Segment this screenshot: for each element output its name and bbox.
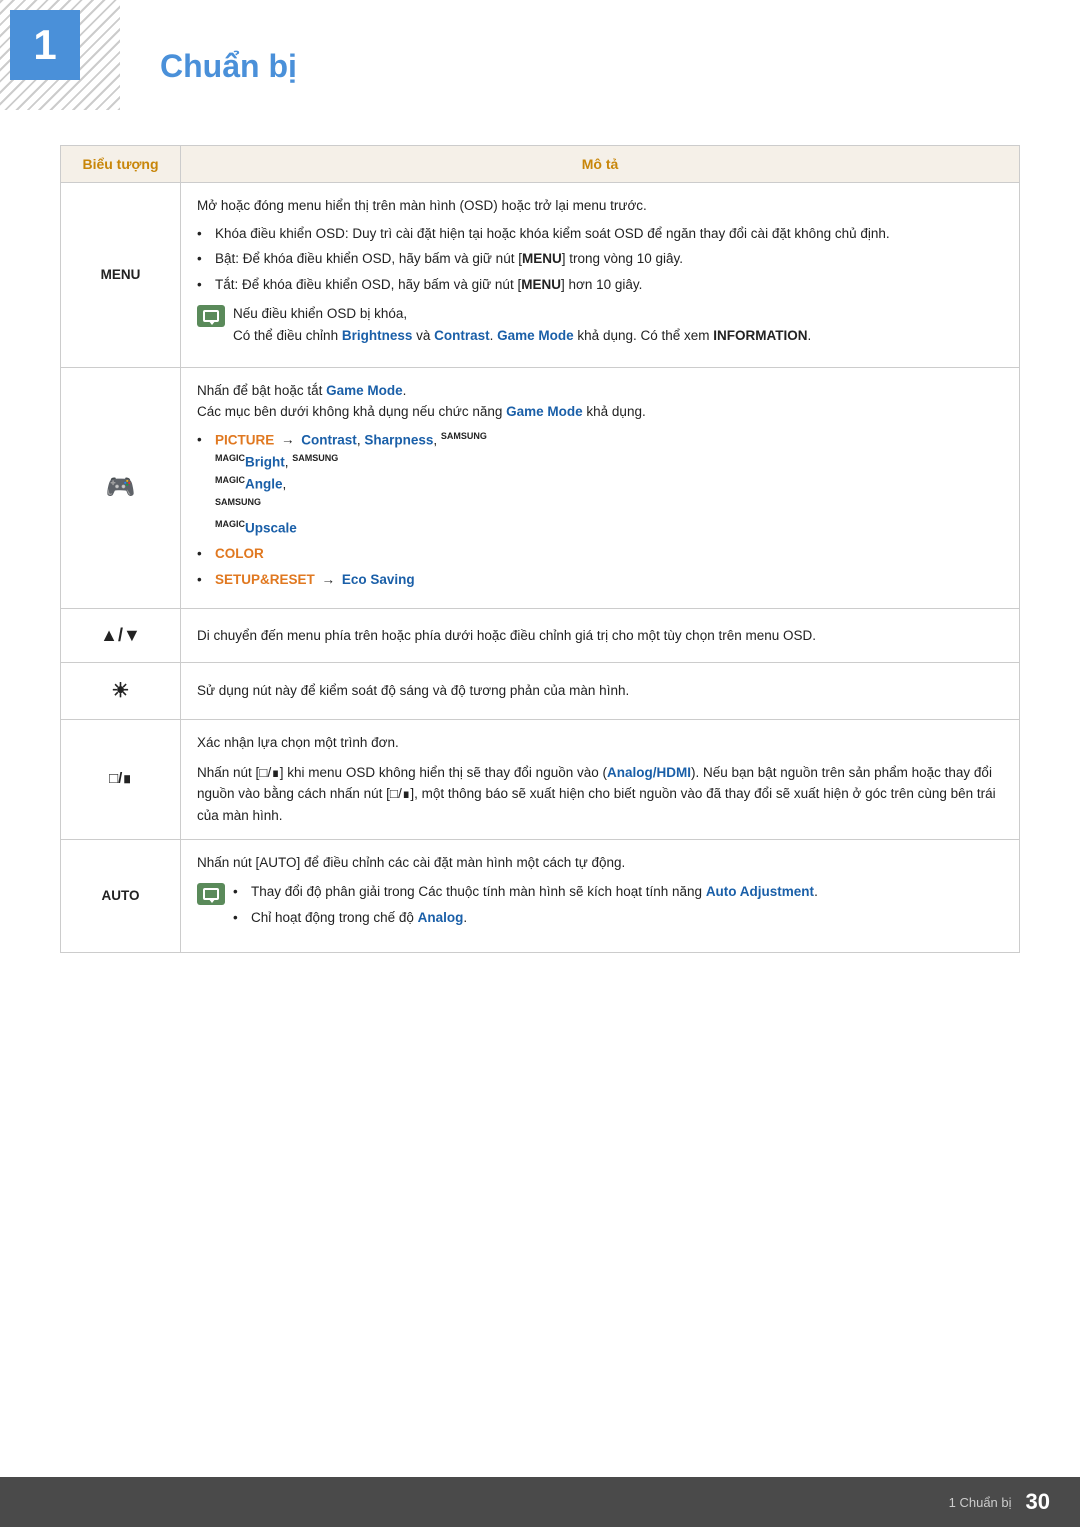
note-line2: Có thể điều chỉnh Brightness và Contrast… xyxy=(233,325,811,347)
desc-source: Xác nhận lựa chọn một trình đơn. Nhấn nú… xyxy=(181,720,1020,839)
chapter-number: 1 xyxy=(33,24,56,66)
sharpness-label: Sharpness xyxy=(364,432,433,447)
note-icon xyxy=(197,305,225,327)
table-row: MENU Mở hoặc đóng menu hiển thị trên màn… xyxy=(61,183,1020,368)
gamemode-bullet-2: COLOR xyxy=(197,543,1003,565)
eco-saving-label: Eco Saving xyxy=(342,572,415,587)
gamepad-icon: 🎮 xyxy=(106,474,136,501)
menu-bullet-1: Khóa điều khiển OSD: Duy trì cài đặt hiệ… xyxy=(197,223,1003,245)
source-desc2: Nhấn nút [□/∎] khi menu OSD không hiển t… xyxy=(197,762,1003,827)
desc-arrows: Di chuyển đến menu phía trên hoặc phía d… xyxy=(181,609,1020,663)
symbol-brightness: ☀ xyxy=(61,663,181,720)
arrows-icon: ▲/▼ xyxy=(100,625,141,645)
menu-bullets: Khóa điều khiển OSD: Duy trì cài đặt hiệ… xyxy=(197,223,1003,296)
bright-label: Bright xyxy=(245,454,285,469)
page-footer: 1 Chuẩn bị 30 xyxy=(0,1477,1080,1527)
desc-auto: Nhấn nút [AUTO] để điều chỉnh các cài đặ… xyxy=(181,839,1020,953)
desc-brightness: Sử dụng nút này để kiểm soát độ sáng và … xyxy=(181,663,1020,720)
gamemode-sub: Các mục bên dưới không khả dụng nếu chức… xyxy=(197,401,1003,423)
footer-page-number: 30 xyxy=(1026,1489,1050,1515)
symbol-source: □/∎ xyxy=(61,720,181,839)
symbol-arrows: ▲/▼ xyxy=(61,609,181,663)
col-header-symbol: Biểu tượng xyxy=(61,146,181,183)
angle-label: Angle xyxy=(245,476,283,491)
symbol-gamepad: 🎮 xyxy=(61,367,181,609)
chapter-title: Chuẩn bị xyxy=(160,30,1020,85)
arrow2: → xyxy=(322,572,336,587)
auto-bullets: Thay đổi độ phân giải trong Các thuộc tí… xyxy=(233,881,818,932)
sun-icon: ☀ xyxy=(112,680,130,702)
note-icon-inner xyxy=(203,310,219,322)
gamemode-bullets: PICTURE → Contrast, Sharpness, SAMSUNGMA… xyxy=(197,429,1003,591)
chapter-number-box: 1 xyxy=(10,10,80,80)
col-header-desc: Mô tả xyxy=(181,146,1020,183)
color-label: COLOR xyxy=(215,546,264,561)
table-row: □/∎ Xác nhận lựa chọn một trình đơn. Nhấ… xyxy=(61,720,1020,839)
table-row: ☀ Sử dụng nút này để kiểm soát độ sáng v… xyxy=(61,663,1020,720)
auto-bullet-2: Chỉ hoạt động trong chế độ Analog. xyxy=(233,907,818,929)
setup-reset-label: SETUP&RESET xyxy=(215,572,315,587)
gamemode-bullet-3: SETUP&RESET → Eco Saving xyxy=(197,569,1003,591)
source-icon: □/∎ xyxy=(109,770,132,787)
brightness-desc: Sử dụng nút này để kiểm soát độ sáng và … xyxy=(197,680,1003,702)
auto-intro: Nhấn nút [AUTO] để điều chỉnh các cài đặ… xyxy=(197,852,1003,874)
source-intro: Xác nhận lựa chọn một trình đơn. xyxy=(197,732,1003,754)
gamemode-bullet-1: PICTURE → Contrast, Sharpness, SAMSUNGMA… xyxy=(197,429,1003,539)
auto-note: Thay đổi độ phân giải trong Các thuộc tí… xyxy=(197,881,1003,932)
main-table: Biểu tượng Mô tả MENU Mở hoặc đóng menu … xyxy=(60,145,1020,953)
desc-gamemode: Nhấn để bật hoặc tắt Game Mode. Các mục … xyxy=(181,367,1020,609)
table-row: AUTO Nhấn nút [AUTO] để điều chỉnh các c… xyxy=(61,839,1020,953)
footer-chapter-text: 1 Chuẩn bị xyxy=(949,1495,1012,1510)
menu-note: Nếu điều khiển OSD bị khóa, Có thể điều … xyxy=(197,303,1003,346)
page-header: 1 Chuẩn bị xyxy=(0,0,1080,105)
desc-menu: Mở hoặc đóng menu hiển thị trên màn hình… xyxy=(181,183,1020,368)
menu-bullet-3: Tắt: Để khóa điều khiển OSD, hãy bấm và … xyxy=(197,274,1003,296)
auto-bullet-1: Thay đổi độ phân giải trong Các thuộc tí… xyxy=(233,881,818,903)
table-row: 🎮 Nhấn để bật hoặc tắt Game Mode. Các mụ… xyxy=(61,367,1020,609)
note-line1: Nếu điều khiển OSD bị khóa, xyxy=(233,303,811,325)
menu-intro: Mở hoặc đóng menu hiển thị trên màn hình… xyxy=(197,195,1003,217)
note-text: Nếu điều khiển OSD bị khóa, Có thể điều … xyxy=(233,303,811,346)
symbol-auto: AUTO xyxy=(61,839,181,953)
contrast-label: Contrast xyxy=(301,432,357,447)
arrows-desc: Di chuyển đến menu phía trên hoặc phía d… xyxy=(197,625,1003,647)
note-icon-2 xyxy=(197,883,225,905)
gamemode-intro: Nhấn để bật hoặc tắt Game Mode. xyxy=(197,380,1003,402)
arrow: → xyxy=(281,432,295,447)
picture-label: PICTURE xyxy=(215,432,274,447)
note-icon-inner-2 xyxy=(203,888,219,900)
menu-bullet-2: Bật: Để khóa điều khiển OSD, hãy bấm và … xyxy=(197,248,1003,270)
table-row: ▲/▼ Di chuyển đến menu phía trên hoặc ph… xyxy=(61,609,1020,663)
content-area: Biểu tượng Mô tả MENU Mở hoặc đóng menu … xyxy=(0,145,1080,1013)
upscale-label: Upscale xyxy=(245,521,297,536)
symbol-menu: MENU xyxy=(61,183,181,368)
